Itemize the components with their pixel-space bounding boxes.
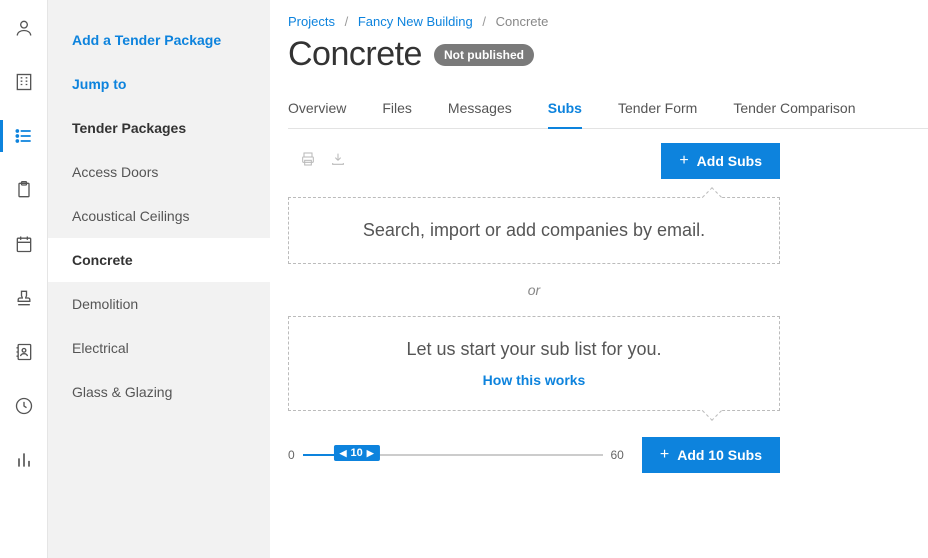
breadcrumb: Projects / Fancy New Building / Concrete (288, 14, 928, 29)
callout-notch-icon (702, 401, 722, 421)
sidebar-item-electrical[interactable]: Electrical (48, 326, 270, 370)
tab-tender-comparison[interactable]: Tender Comparison (733, 100, 855, 128)
chevron-right-icon: ▶ (367, 448, 374, 459)
add-n-subs-label: Add 10 Subs (677, 447, 762, 463)
rail-user-icon[interactable] (0, 18, 48, 38)
rail-building-icon[interactable] (0, 72, 48, 92)
slider-track[interactable]: ◀ 10 ▶ (303, 454, 603, 456)
plus-icon: + (679, 153, 688, 169)
sub-count-slider: 0 ◀ 10 ▶ 60 (288, 448, 624, 462)
slider-min: 0 (288, 448, 295, 462)
rail-stamp-icon[interactable] (0, 288, 48, 308)
rail-chart-icon[interactable] (0, 450, 48, 470)
tab-tender-form[interactable]: Tender Form (618, 100, 697, 128)
breadcrumb-current: Concrete (496, 14, 549, 29)
sidebar-item-acoustical-ceilings[interactable]: Acoustical Ceilings (48, 194, 270, 238)
add-subs-label: Add Subs (697, 153, 762, 169)
sidebar: Add a Tender Package Jump to Tender Pack… (48, 0, 270, 558)
start-hint-text: Let us start your sub list for you. (309, 339, 759, 360)
tender-packages-heading: Tender Packages (48, 116, 270, 140)
slider-handle[interactable]: ◀ 10 ▶ (334, 445, 380, 461)
start-sub-list-box: Let us start your sub list for you. How … (288, 316, 780, 411)
slider-max: 60 (611, 448, 624, 462)
tab-overview[interactable]: Overview (288, 100, 346, 128)
sidebar-item-access-doors[interactable]: Access Doors (48, 150, 270, 194)
tab-subs[interactable]: Subs (548, 100, 582, 128)
tab-files[interactable]: Files (382, 100, 412, 128)
callout-notch-icon (702, 187, 722, 207)
sidebar-item-demolition[interactable]: Demolition (48, 282, 270, 326)
rail-clock-icon[interactable] (0, 396, 48, 416)
add-n-subs-button[interactable]: + Add 10 Subs (642, 437, 780, 473)
plus-icon: + (660, 447, 669, 463)
chevron-left-icon: ◀ (340, 448, 347, 459)
rail-contacts-icon[interactable] (0, 342, 48, 362)
print-icon[interactable] (300, 151, 316, 172)
breadcrumb-project[interactable]: Fancy New Building (358, 14, 473, 29)
how-this-works-link[interactable]: How this works (309, 372, 759, 388)
search-hint-text: Search, import or add companies by email… (363, 220, 705, 240)
rail-list-icon[interactable] (0, 126, 48, 146)
add-tender-package-link[interactable]: Add a Tender Package (48, 28, 270, 52)
sidebar-item-concrete[interactable]: Concrete (48, 238, 270, 282)
sidebar-item-glass-glazing[interactable]: Glass & Glazing (48, 370, 270, 414)
breadcrumb-projects[interactable]: Projects (288, 14, 335, 29)
status-badge: Not published (434, 44, 534, 66)
main-content: Projects / Fancy New Building / Concrete… (270, 0, 928, 558)
breadcrumb-sep: / (482, 14, 486, 29)
rail-clipboard-icon[interactable] (0, 180, 48, 200)
toolbar-icons (300, 151, 346, 172)
download-icon[interactable] (330, 151, 346, 172)
or-separator: or (288, 282, 780, 298)
rail-calendar-icon[interactable] (0, 234, 48, 254)
icon-rail (0, 0, 48, 558)
jump-to-link[interactable]: Jump to (48, 72, 270, 96)
page-title: Concrete (288, 35, 422, 74)
search-companies-box[interactable]: Search, import or add companies by email… (288, 197, 780, 264)
add-subs-button[interactable]: + Add Subs (661, 143, 780, 179)
breadcrumb-sep: / (345, 14, 349, 29)
slider-value: 10 (351, 447, 363, 459)
tab-messages[interactable]: Messages (448, 100, 512, 128)
tabs: Overview Files Messages Subs Tender Form… (288, 100, 928, 129)
